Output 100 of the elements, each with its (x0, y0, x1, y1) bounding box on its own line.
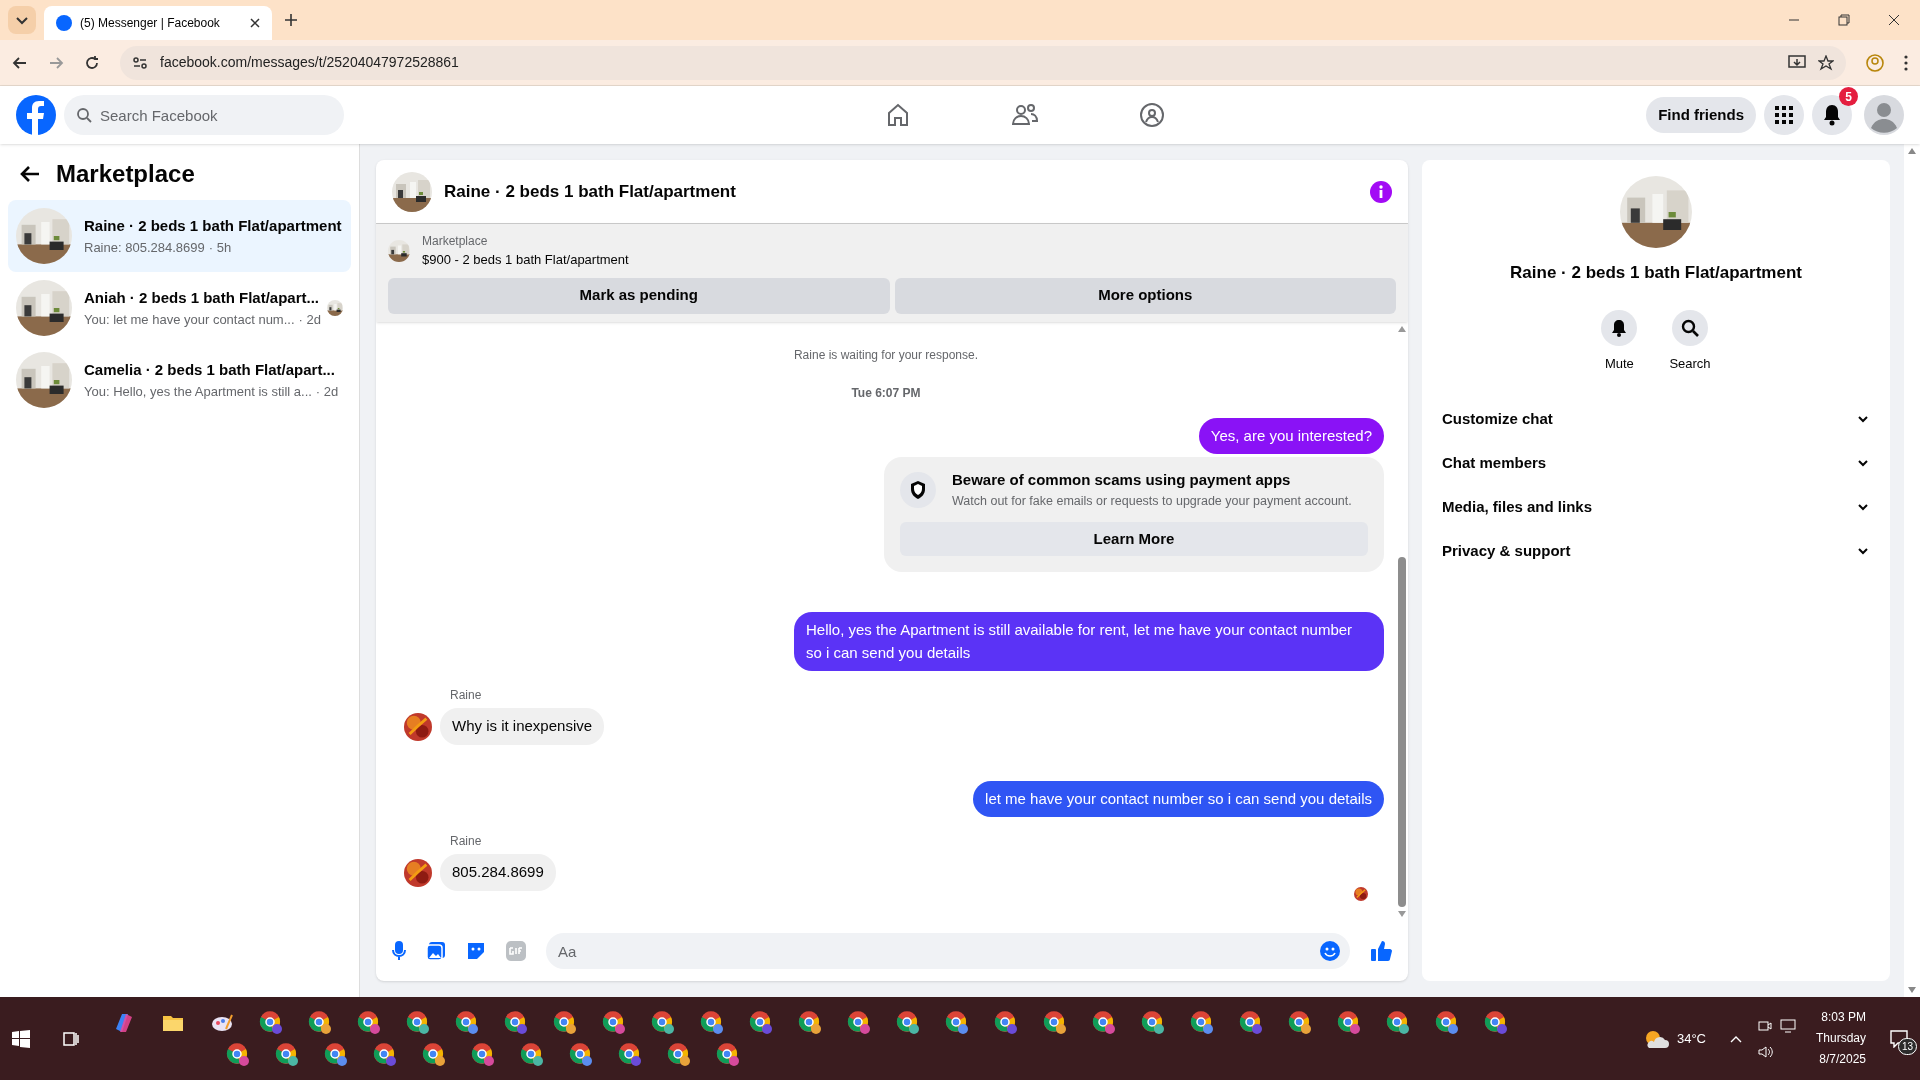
chrome-icon[interactable] (667, 1042, 691, 1067)
temperature[interactable]: 34°C (1676, 1028, 1706, 1049)
details-section[interactable]: Media, files and links (1438, 485, 1874, 529)
chrome-icon[interactable] (553, 1010, 577, 1035)
chrome-icon[interactable] (406, 1010, 430, 1035)
sticker-icon[interactable] (466, 941, 486, 961)
scrollbar-thumb[interactable] (1398, 557, 1406, 907)
chrome-icon[interactable] (1484, 1010, 1508, 1035)
listing-action-button[interactable]: Mark as pending (388, 277, 890, 314)
find-friends-button[interactable]: Find friends (1646, 97, 1756, 133)
chrome-icon[interactable] (798, 1010, 822, 1035)
chrome-icon[interactable] (1092, 1010, 1116, 1035)
clock-date[interactable]: 8/7/2025 (1819, 1049, 1866, 1070)
clock-time[interactable]: 8:03 PM (1821, 1007, 1866, 1028)
chrome-icon[interactable] (471, 1042, 495, 1067)
task-view-icon[interactable] (62, 1029, 80, 1048)
chrome-icon[interactable] (1337, 1010, 1361, 1035)
close-icon[interactable] (1888, 14, 1900, 26)
chrome-icon[interactable] (700, 1010, 724, 1035)
browser-tab[interactable]: (5) Messenger | Facebook (44, 6, 272, 40)
clock-day[interactable]: Thursday (1815, 1028, 1866, 1049)
network-icon[interactable] (1779, 1018, 1796, 1033)
friends-icon[interactable] (1011, 102, 1040, 128)
url-text: facebook.com/messages/t/25204047972528861 (160, 53, 460, 72)
chrome-icon[interactable] (520, 1042, 544, 1067)
chrome-icon[interactable] (373, 1042, 397, 1067)
microphone-icon[interactable] (392, 941, 406, 961)
chrome-icon[interactable] (896, 1010, 920, 1035)
back-arrow-icon[interactable] (20, 165, 40, 183)
conversation-item[interactable]: Camelia · 2 beds 1 bath Flat/apart... You: Hello, yes the Apartment is still a... · 2d (8, 344, 351, 416)
message-input[interactable]: Aa (546, 933, 1350, 969)
chrome-icon[interactable] (602, 1010, 626, 1035)
speaker-icon[interactable] (1757, 1044, 1774, 1059)
menu-button[interactable] (1764, 95, 1804, 135)
emoji-icon[interactable] (1320, 941, 1340, 961)
conversation-item[interactable]: Aniah · 2 beds 1 bath Flat/apart... You: let me have your contact num... · 2d (8, 272, 351, 344)
avatar-icon[interactable] (1864, 95, 1904, 135)
groups-icon[interactable] (1139, 102, 1166, 128)
reload-icon[interactable] (84, 54, 100, 71)
chrome-icon[interactable] (259, 1010, 283, 1035)
site-settings-icon[interactable] (132, 54, 148, 71)
thumbs-up-icon[interactable] (1370, 940, 1392, 962)
chrome-icon[interactable] (275, 1042, 299, 1067)
search-field[interactable]: Search Facebook (64, 95, 344, 135)
chrome-icon[interactable] (1386, 1010, 1410, 1035)
chrome-icon[interactable] (504, 1010, 528, 1035)
chat-title[interactable]: Raine · 2 beds 1 bath Flat/apartment (444, 178, 1358, 205)
chrome-icon[interactable] (357, 1010, 381, 1035)
address-bar[interactable]: facebook.com/messages/t/25204047972528861 (120, 45, 1846, 80)
chrome-icon[interactable] (716, 1042, 740, 1067)
scroll-up-icon[interactable] (1398, 325, 1406, 332)
chrome-icon[interactable] (308, 1010, 332, 1035)
chrome-icon[interactable] (1141, 1010, 1165, 1035)
menu-icon[interactable] (1904, 54, 1908, 71)
details-section[interactable]: Privacy & support (1438, 529, 1874, 573)
status-text: Raine is waiting for your response. (792, 346, 980, 364)
chrome-icon[interactable] (847, 1010, 871, 1035)
chrome-icon[interactable] (324, 1042, 348, 1067)
chevron-up-icon[interactable] (1729, 1034, 1742, 1043)
menu-icon (1775, 106, 1793, 124)
conversation-item[interactable]: Raine · 2 beds 1 bath Flat/apartment Raine: 805.284.8699 · 5h (8, 200, 351, 272)
details-section[interactable]: Customize chat (1438, 397, 1874, 441)
received-message: Why is it inexpensive (440, 708, 605, 745)
conversation-name: Raine · 2 beds 1 bath Flat/apartment (84, 216, 343, 236)
chrome-icon[interactable] (945, 1010, 969, 1035)
search-button[interactable] (1672, 309, 1708, 346)
back-icon[interactable] (12, 54, 28, 71)
profile-icon[interactable] (1866, 53, 1884, 72)
meet-icon[interactable] (1757, 1018, 1772, 1033)
chrome-icon[interactable] (749, 1010, 773, 1035)
restore-icon[interactable] (1838, 14, 1850, 26)
chrome-icon[interactable] (994, 1010, 1018, 1035)
info-icon[interactable] (1370, 180, 1392, 203)
new-tab-icon[interactable] (284, 13, 298, 27)
chrome-icon[interactable] (455, 1010, 479, 1035)
facebook-logo-icon[interactable] (16, 95, 56, 135)
listing-title[interactable]: $900 - 2 beds 1 bath Flat/apartment (422, 250, 629, 270)
scroll-down-icon[interactable] (1908, 987, 1916, 993)
scroll-up-icon[interactable] (1908, 148, 1916, 154)
start-icon[interactable] (12, 1029, 30, 1048)
photo-icon[interactable] (426, 941, 446, 961)
details-section[interactable]: Chat members (1438, 441, 1874, 485)
star-icon[interactable] (1818, 54, 1834, 71)
chrome-icon[interactable] (1239, 1010, 1263, 1035)
chrome-icon[interactable] (618, 1042, 642, 1067)
install-icon[interactable] (1788, 54, 1806, 71)
chrome-icon[interactable] (1190, 1010, 1214, 1035)
close-icon[interactable] (250, 18, 260, 28)
chrome-icon[interactable] (569, 1042, 593, 1067)
mute-button[interactable] (1601, 309, 1638, 346)
scroll-down-icon[interactable] (1398, 911, 1406, 917)
chrome-icon[interactable] (226, 1042, 250, 1067)
chrome-icon[interactable] (651, 1010, 675, 1035)
chrome-icon[interactable] (1435, 1010, 1459, 1035)
tab-list-icon[interactable] (8, 6, 36, 34)
chrome-icon[interactable] (1043, 1010, 1067, 1035)
listing-action-button[interactable]: More options (894, 277, 1396, 314)
chrome-icon[interactable] (1288, 1010, 1312, 1035)
chrome-icon[interactable] (422, 1042, 446, 1067)
learn-more-button[interactable]: Learn More (900, 522, 1368, 557)
